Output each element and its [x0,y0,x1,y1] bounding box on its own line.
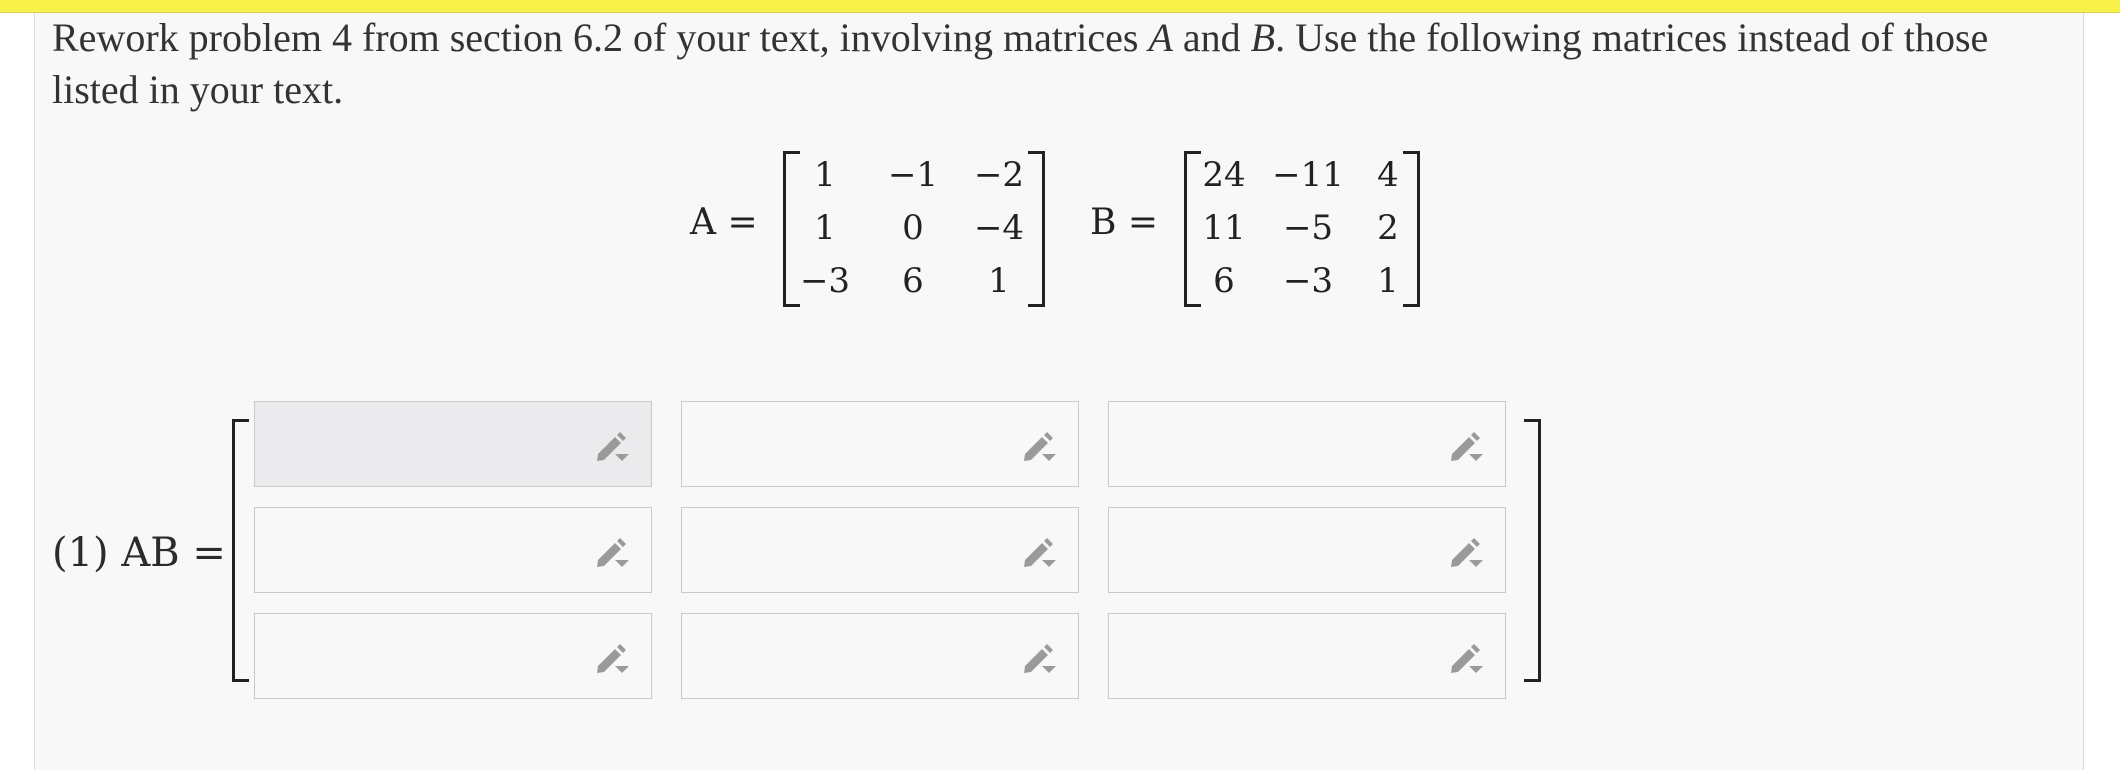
answer-input-r3c1[interactable] [254,613,652,699]
matrix-a-cell: −2 [973,155,1025,195]
matrix-b-cell: 1 [1377,261,1399,301]
answer-input-r1c3[interactable] [1108,401,1506,487]
matrix-b-var: B [1250,15,1276,60]
matrix-a-cell: −1 [887,155,939,195]
pencil-icon[interactable] [1447,536,1485,570]
matrix-b-cell: −5 [1282,208,1334,248]
problem-text-and: and [1172,15,1251,60]
pencil-icon[interactable] [1020,536,1058,570]
matrix-a-var: A [1148,15,1173,60]
pencil-icon[interactable] [1447,642,1485,676]
matrix-b-cell: 6 [1213,261,1235,301]
answer-input-r3c2[interactable] [681,613,1079,699]
answer-input-r1c1[interactable] [254,401,652,487]
answer-right-bracket [1524,419,1541,682]
matrix-b-cell: −3 [1282,261,1334,301]
matrix-a-cell: −4 [973,208,1025,248]
pencil-icon[interactable] [1020,642,1058,676]
matrix-b-label: B = [1090,202,1159,243]
matrix-b-cell: 24 [1202,155,1246,195]
matrix-a-cell: 1 [988,261,1010,301]
problem-text-part1: Rework problem 4 from section 6.2 of you… [52,15,1149,60]
answer-input-r3c3[interactable] [1108,613,1506,699]
answer-input-r2c1[interactable] [254,507,652,593]
matrix-b: 24 −11 4 11 −5 2 6 −3 1 [1184,151,1420,307]
pencil-icon[interactable] [593,642,631,676]
problem-statement: Rework problem 4 from section 6.2 of you… [52,12,2062,116]
matrix-a-label: A = [690,202,758,243]
matrix-b-cell: 11 [1202,208,1246,248]
pencil-icon[interactable] [593,536,631,570]
answer-left-bracket [232,419,249,682]
matrix-a-cell: 6 [902,261,924,301]
matrix-b-cell: −11 [1272,155,1344,195]
matrix-b-cell: 2 [1377,208,1399,248]
pencil-icon[interactable] [1020,430,1058,464]
matrix-a-cell: 1 [814,155,836,195]
matrix-b-cell: 4 [1377,155,1399,195]
matrix-a-cell: 1 [814,208,836,248]
answer-input-r2c3[interactable] [1108,507,1506,593]
pencil-icon[interactable] [593,430,631,464]
pencil-icon[interactable] [1447,430,1485,464]
matrix-a-cell: −3 [799,261,851,301]
matrix-a: 1 −1 −2 1 0 −4 −3 6 1 [783,151,1045,307]
answer-input-r1c2[interactable] [681,401,1079,487]
matrix-a-cell: 0 [902,208,924,248]
answer-label: (1) AB = [52,530,226,576]
answer-input-r2c2[interactable] [681,507,1079,593]
